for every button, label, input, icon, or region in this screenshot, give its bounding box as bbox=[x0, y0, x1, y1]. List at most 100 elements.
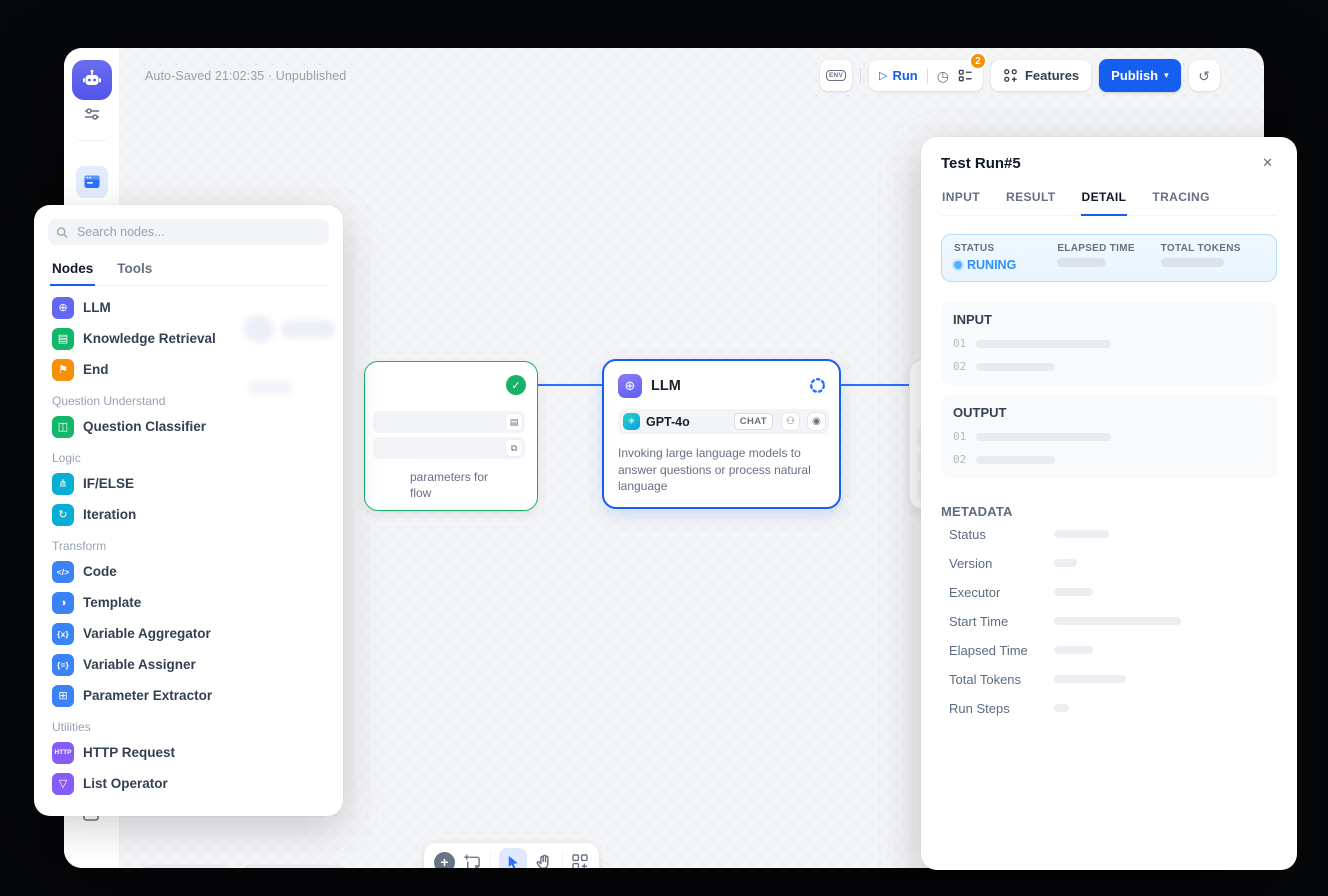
preferences-sliders-icon[interactable] bbox=[82, 104, 102, 124]
vision-eye-icon: ◉ bbox=[808, 413, 825, 430]
cursor-pointer-icon bbox=[505, 854, 521, 869]
input-placeholder-bar bbox=[976, 363, 1055, 371]
node-item-variable-assigner[interactable]: {=} Variable Assigner bbox=[48, 649, 329, 680]
checklist-icon[interactable] bbox=[958, 68, 973, 83]
book-icon: ▤ bbox=[52, 328, 74, 350]
app-robot-icon[interactable] bbox=[72, 60, 112, 100]
tab-nodes[interactable]: Nodes bbox=[50, 255, 95, 286]
metadata-title: METADATA bbox=[941, 504, 1277, 519]
tab-result[interactable]: RESULT bbox=[1005, 190, 1057, 215]
robot-icon bbox=[80, 68, 104, 92]
search-box[interactable] bbox=[48, 219, 329, 245]
line-number: 01 bbox=[953, 430, 966, 443]
node-item-parameter-extractor[interactable]: ⊞ Parameter Extractor bbox=[48, 680, 329, 711]
node-search-panel: Nodes Tools ⊕ LLM ▤ Knowledge Retrieval … bbox=[34, 205, 343, 816]
start-node-field-row[interactable]: ▤ bbox=[373, 411, 525, 433]
variable-x-icon: {x} bbox=[52, 623, 74, 645]
tab-tracing[interactable]: TRACING bbox=[1151, 190, 1210, 215]
classifier-icon: ◫ bbox=[52, 416, 74, 438]
start-node-field-row[interactable]: ⧉ bbox=[373, 437, 525, 459]
branch-icon: ⋔ bbox=[52, 473, 74, 495]
line-number: 01 bbox=[953, 337, 966, 350]
run-group-divider bbox=[927, 68, 928, 84]
add-node-button[interactable]: + bbox=[434, 852, 455, 869]
features-button[interactable]: Features bbox=[991, 60, 1091, 91]
sidebar-divider bbox=[78, 140, 106, 141]
start-node[interactable]: ✓ ▤ ⧉ parameters for flow bbox=[364, 361, 538, 511]
value-placeholder bbox=[1054, 617, 1181, 625]
output-placeholder-bar bbox=[976, 456, 1055, 464]
toolbar-divider bbox=[490, 853, 491, 868]
metadata-row: Status bbox=[941, 520, 1277, 548]
node-item-iteration[interactable]: ↻ Iteration bbox=[48, 499, 329, 530]
close-icon[interactable]: ✕ bbox=[1258, 153, 1277, 173]
node-item-code[interactable]: </> Code bbox=[48, 556, 329, 587]
pointer-tool-button[interactable] bbox=[499, 848, 527, 868]
node-list: ⊕ LLM ▤ Knowledge Retrieval ⚑ End Questi… bbox=[48, 292, 329, 799]
add-note-button[interactable] bbox=[463, 853, 482, 869]
node-item-question-classifier[interactable]: ◫ Question Classifier bbox=[48, 411, 329, 442]
value-placeholder bbox=[1054, 646, 1093, 654]
play-icon: ▷ bbox=[879, 69, 887, 82]
model-selector[interactable]: ✳ GPT-4o CHAT ⚇ ◉ bbox=[618, 409, 829, 434]
organize-nodes-button[interactable] bbox=[571, 853, 589, 868]
tab-detail[interactable]: DETAIL bbox=[1081, 190, 1128, 216]
document-icon: ▤ bbox=[506, 414, 522, 430]
node-item-list-operator[interactable]: ▽ List Operator bbox=[48, 768, 329, 799]
search-icon bbox=[56, 226, 68, 239]
features-grid-icon bbox=[1003, 68, 1018, 83]
metadata-row: Run Steps bbox=[941, 694, 1277, 722]
value-placeholder bbox=[1054, 704, 1069, 712]
value-placeholder bbox=[1054, 675, 1126, 683]
metadata-row: Executor bbox=[941, 578, 1277, 606]
test-run-tabs: INPUT RESULT DETAIL TRACING bbox=[941, 190, 1277, 216]
input-card: INPUT 01 02 bbox=[941, 302, 1277, 385]
hand-icon bbox=[535, 853, 554, 869]
node-item-variable-aggregator[interactable]: {x} Variable Aggregator bbox=[48, 618, 329, 649]
output-title: OUTPUT bbox=[953, 405, 1265, 420]
node-item-template[interactable]: ◑ Template bbox=[48, 587, 329, 618]
layout-grid-icon bbox=[571, 853, 589, 868]
model-name: GPT-4o bbox=[646, 415, 728, 429]
metadata-row: Start Time bbox=[941, 607, 1277, 635]
metadata-row: Elapsed Time bbox=[941, 636, 1277, 664]
run-button[interactable]: ▷ Run bbox=[879, 68, 918, 83]
hand-tool-button[interactable] bbox=[535, 853, 554, 869]
elapsed-placeholder bbox=[1057, 258, 1106, 267]
tab-input[interactable]: INPUT bbox=[941, 190, 981, 215]
section-logic: Logic bbox=[52, 451, 325, 465]
blurred-placeholder bbox=[281, 320, 335, 338]
node-item-http-request[interactable]: HTTP HTTP Request bbox=[48, 737, 329, 768]
robot-capability-icon: ⚇ bbox=[782, 413, 799, 430]
llm-node-icon: ⊕ bbox=[618, 374, 642, 398]
env-button[interactable]: ENV bbox=[820, 60, 852, 91]
section-utilities: Utilities bbox=[52, 720, 325, 734]
output-card: OUTPUT 01 02 bbox=[941, 395, 1277, 478]
line-number: 02 bbox=[953, 360, 966, 373]
code-icon: </> bbox=[52, 561, 74, 583]
node-item-if-else[interactable]: ⋔ IF/ELSE bbox=[48, 468, 329, 499]
metadata-row: Version bbox=[941, 549, 1277, 577]
variable-assign-icon: {=} bbox=[52, 654, 74, 676]
tokens-placeholder bbox=[1161, 258, 1224, 267]
loading-spinner-icon bbox=[809, 377, 826, 394]
filter-icon: ▽ bbox=[52, 773, 74, 795]
llm-icon: ⊕ bbox=[52, 297, 74, 319]
running-dot-icon bbox=[954, 261, 962, 269]
chevron-down-icon: ▾ bbox=[1164, 70, 1169, 81]
tab-tools[interactable]: Tools bbox=[115, 255, 154, 285]
node-item-llm[interactable]: ⊕ LLM bbox=[48, 292, 329, 323]
history-icon: ↺ bbox=[1198, 69, 1210, 83]
section-transform: Transform bbox=[52, 539, 325, 553]
line-number: 02 bbox=[953, 453, 966, 466]
autosave-status: Auto-Saved 21:02:35 · Unpublished bbox=[145, 69, 346, 83]
success-check-icon: ✓ bbox=[506, 375, 526, 395]
timer-icon[interactable]: ◷ bbox=[937, 69, 949, 83]
llm-node[interactable]: ⊕ LLM ✳ GPT-4o CHAT ⚇ ◉ Invoking large l… bbox=[602, 359, 841, 509]
search-input[interactable] bbox=[75, 224, 321, 240]
blurred-placeholder bbox=[248, 381, 292, 394]
publish-button[interactable]: Publish ▾ bbox=[1099, 59, 1180, 92]
history-button[interactable]: ↺ bbox=[1189, 60, 1220, 91]
workflow-canvas-tab[interactable] bbox=[76, 166, 108, 198]
node-panel-tabs: Nodes Tools bbox=[48, 255, 329, 286]
